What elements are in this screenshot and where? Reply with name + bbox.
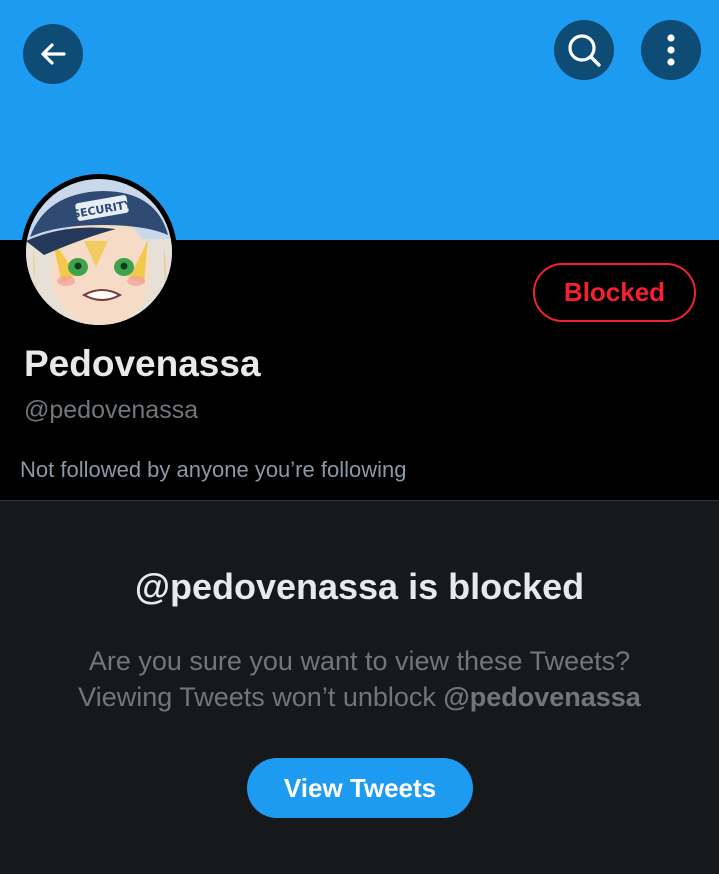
blocked-notice-line-2: Viewing Tweets won’t unblock @pedovenass… bbox=[0, 679, 719, 715]
display-name: Pedovenassa bbox=[24, 343, 261, 384]
view-tweets-button[interactable]: View Tweets bbox=[247, 758, 473, 818]
avatar-frame[interactable]: SECURITY bbox=[21, 174, 177, 330]
blocked-notice-title: @pedovenassa is blocked bbox=[134, 566, 585, 607]
blocked-user-mention: @pedovenassa bbox=[443, 682, 641, 712]
blocked-notice-description: Are you sure you want to view these Twee… bbox=[0, 643, 719, 715]
search-button[interactable] bbox=[554, 20, 614, 80]
blocked-notice-line-2-text: Viewing Tweets won’t unblock bbox=[78, 682, 444, 712]
more-vertical-icon bbox=[665, 32, 677, 68]
more-options-button[interactable] bbox=[641, 20, 701, 80]
arrow-left-icon bbox=[37, 38, 69, 70]
avatar: SECURITY bbox=[26, 179, 172, 325]
followers-you-know: Not followed by anyone you’re following bbox=[20, 457, 407, 482]
back-button[interactable] bbox=[23, 24, 83, 84]
user-handle: @pedovenassa bbox=[24, 396, 199, 424]
search-icon bbox=[564, 30, 604, 70]
blocked-notice-line-1: Are you sure you want to view these Twee… bbox=[88, 646, 631, 676]
blocked-button[interactable]: Blocked bbox=[533, 263, 696, 322]
